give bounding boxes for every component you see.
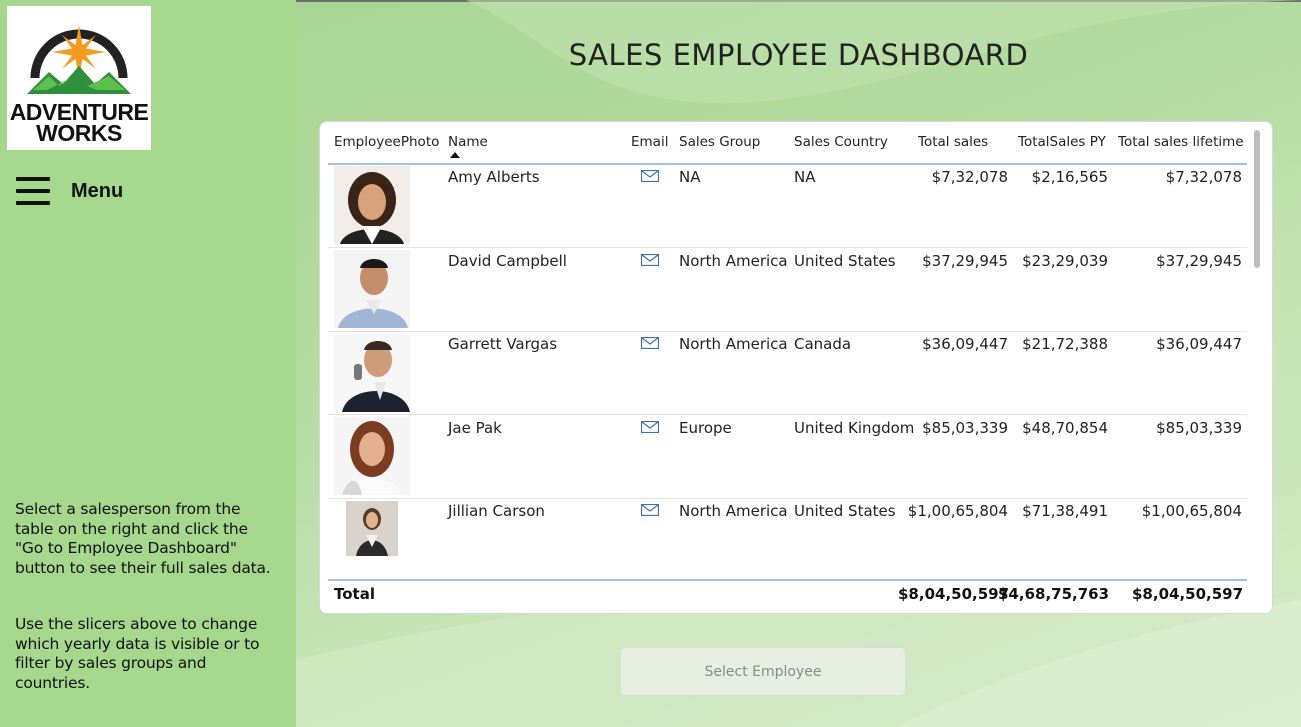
employee-photo <box>334 166 410 244</box>
total-sales-sum: $8,04,50,597 <box>898 585 1010 603</box>
sort-ascending-icon <box>450 152 460 158</box>
cell-sales-group[interactable]: Europe <box>679 419 732 437</box>
cell-sales-country[interactable]: NA <box>794 168 815 186</box>
cell-sales-country[interactable]: United States <box>794 252 896 270</box>
cell-total-sales-lifetime[interactable]: $37,29,945 <box>1132 252 1242 270</box>
employee-photo <box>334 417 410 495</box>
adventure-works-logo: ADVENTURE WORKS <box>7 6 151 150</box>
total-label: Total <box>334 585 375 603</box>
employee-photo <box>346 501 398 556</box>
col-header-name[interactable]: Name <box>448 134 488 150</box>
row-divider <box>328 331 1247 332</box>
total-sales-py-sum: $4,68,75,763 <box>998 585 1110 603</box>
header-divider <box>328 163 1247 165</box>
logo-text-works: WORKS <box>36 120 122 146</box>
row-divider <box>328 414 1247 415</box>
help-text-slicers: Use the slicers above to change which ye… <box>15 615 260 692</box>
col-header-email[interactable]: Email <box>631 134 668 150</box>
table-scrollbar[interactable] <box>1254 130 1260 268</box>
cell-total-sales-py[interactable]: $2,16,565 <box>998 168 1108 186</box>
cell-name[interactable]: Amy Alberts <box>448 168 540 186</box>
cell-name[interactable]: David Campbell <box>448 252 567 270</box>
cell-sales-group[interactable]: North America <box>679 252 788 270</box>
cell-total-sales-lifetime[interactable]: $36,09,447 <box>1132 335 1242 353</box>
employee-photo <box>334 334 410 412</box>
row-divider <box>328 247 1247 248</box>
menu-label: Menu <box>71 179 124 202</box>
cell-total-sales-lifetime[interactable]: $1,00,65,804 <box>1132 502 1242 520</box>
hamburger-icon <box>16 177 50 205</box>
col-header-sales-group[interactable]: Sales Group <box>679 134 760 150</box>
cell-total-sales-lifetime[interactable]: $7,32,078 <box>1132 168 1242 186</box>
cell-sales-country[interactable]: Canada <box>794 335 851 353</box>
cell-sales-group[interactable]: NA <box>679 168 700 186</box>
cell-total-sales[interactable]: $85,03,339 <box>898 419 1008 437</box>
employee-photo <box>334 250 410 328</box>
cell-sales-country[interactable]: United Kingdom <box>794 419 914 437</box>
page-title: SALES EMPLOYEE DASHBOARD <box>568 38 1029 72</box>
cell-name[interactable]: Jae Pak <box>448 419 502 437</box>
menu-button[interactable]: Menu <box>16 177 123 205</box>
mail-icon[interactable] <box>641 504 659 516</box>
cell-total-sales-lifetime[interactable]: $85,03,339 <box>1132 419 1242 437</box>
cell-name[interactable]: Jillian Carson <box>448 502 545 520</box>
col-header-total-sales[interactable]: Total sales <box>918 134 988 150</box>
employee-table[interactable]: EmployeePhoto Name Email Sales Group Sal… <box>319 121 1273 614</box>
total-sales-lifetime-sum: $8,04,50,597 <box>1132 585 1244 603</box>
cell-sales-country[interactable]: United States <box>794 502 896 520</box>
cell-sales-group[interactable]: North America <box>679 335 788 353</box>
cell-total-sales[interactable]: $7,32,078 <box>898 168 1008 186</box>
cell-total-sales-py[interactable]: $23,29,039 <box>998 252 1108 270</box>
mail-icon[interactable] <box>641 254 659 266</box>
main-canvas: SALES EMPLOYEE DASHBOARD EmployeePhoto N… <box>296 0 1301 727</box>
cell-total-sales[interactable]: $1,00,65,804 <box>898 502 1008 520</box>
select-employee-button[interactable]: Select Employee <box>619 646 907 697</box>
col-header-sales-country[interactable]: Sales Country <box>794 134 888 150</box>
sidebar: ADVENTURE WORKS Menu Select a salesperso… <box>0 0 296 727</box>
cell-name[interactable]: Garrett Vargas <box>448 335 557 353</box>
cell-total-sales[interactable]: $37,29,945 <box>898 252 1008 270</box>
col-header-total-sales-py[interactable]: TotalSales PY <box>1018 134 1106 150</box>
col-header-photo[interactable]: EmployeePhoto <box>334 134 439 150</box>
cell-total-sales-py[interactable]: $21,72,388 <box>998 335 1108 353</box>
col-header-total-sales-lifetime[interactable]: Total sales lifetime <box>1118 134 1244 150</box>
help-text-select: Select a salesperson from the table on t… <box>15 500 271 577</box>
total-divider <box>328 579 1247 581</box>
mail-icon[interactable] <box>641 170 659 182</box>
cell-total-sales-py[interactable]: $48,70,854 <box>998 419 1108 437</box>
cell-total-sales-py[interactable]: $71,38,491 <box>998 502 1108 520</box>
mail-icon[interactable] <box>641 337 659 349</box>
cell-total-sales[interactable]: $36,09,447 <box>898 335 1008 353</box>
mail-icon[interactable] <box>641 421 659 433</box>
row-divider <box>328 498 1247 499</box>
cell-sales-group[interactable]: North America <box>679 502 788 520</box>
